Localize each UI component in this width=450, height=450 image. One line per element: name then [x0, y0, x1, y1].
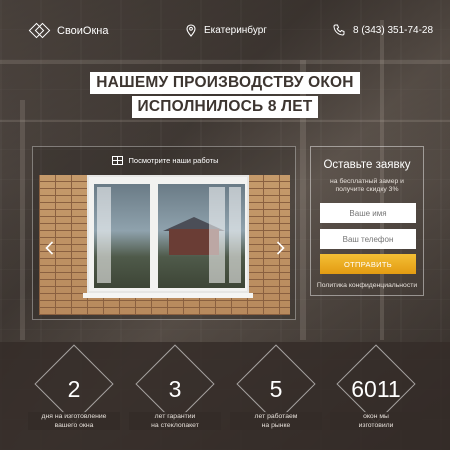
stat-item: 5 лет работаем на рынке	[230, 344, 322, 450]
grid-icon	[111, 155, 123, 165]
diamonds-logo-icon	[28, 21, 51, 41]
city-name: Екатеринбург	[204, 25, 267, 36]
phone-number: 8 (343) 351-74-28	[353, 24, 434, 36]
form-subtitle-line-1: на бесплатный замер и	[330, 178, 404, 185]
phone-icon	[333, 24, 345, 36]
stat-caption-line-2: изготовили	[358, 422, 394, 429]
logo-text: СвоиОкна	[57, 25, 109, 37]
stat-caption-line-1: окон мы	[363, 413, 389, 420]
works-gallery: Посмотрите наши работы	[32, 146, 296, 320]
gallery-title: Посмотрите наши работы	[128, 155, 219, 165]
phone-input[interactable]	[320, 229, 416, 249]
window-image	[87, 175, 249, 293]
gallery-header[interactable]: Посмотрите наши работы	[33, 147, 297, 173]
site-header: СвоиОкна Екатеринбург 8 (343) 351-74-28	[0, 0, 450, 60]
stat-caption-line-2: на рынке	[261, 422, 291, 429]
hero-headline: НАШЕМУ ПРОИЗВОДСТВУ ОКОН ИСПОЛНИЛОСЬ 8 Л…	[0, 72, 450, 118]
stat-caption: дня на изготовление вашего окна	[28, 412, 120, 430]
location-pin-icon	[186, 24, 196, 37]
headline-line-2: ИСПОЛНИЛОСЬ 8 ЛЕТ	[131, 96, 319, 118]
stat-value: 3	[168, 376, 182, 402]
privacy-policy-link[interactable]: Политика конфиденциальности	[311, 282, 423, 289]
stat-caption: лет работаем на рынке	[230, 412, 322, 430]
form-subtitle-line-2: получите скидку 3%	[335, 186, 399, 193]
stat-value: 6011	[351, 376, 401, 402]
stat-value: 2	[67, 376, 81, 402]
stat-item: 6011 окон мы изготовили	[330, 344, 422, 450]
stat-caption-line-2: на стеклопакет	[151, 422, 199, 429]
name-input[interactable]	[320, 203, 416, 223]
stat-caption-line-2: вашего окна	[54, 422, 94, 429]
headline-line-1: НАШЕМУ ПРОИЗВОДСТВУ ОКОН	[90, 72, 360, 94]
logo[interactable]: СвоиОкна	[28, 21, 109, 41]
gallery-prev-button[interactable]	[45, 239, 54, 260]
stat-caption-line-1: дня на изготовление	[41, 413, 107, 420]
gallery-next-button[interactable]	[276, 239, 285, 260]
chevron-left-icon	[45, 241, 54, 255]
stat-item: 2 дня на изготовление вашего окна	[28, 344, 120, 450]
request-form: Оставьте заявку на бесплатный замер и по…	[310, 146, 424, 296]
stat-caption-line-1: лет гарантии	[154, 413, 196, 420]
chevron-right-icon	[276, 241, 285, 255]
stat-item: 3 лет гарантии на стеклопакет	[129, 344, 221, 450]
submit-button[interactable]: ОТПРАВИТЬ	[320, 254, 416, 274]
form-title: Оставьте заявку	[323, 159, 411, 171]
stat-caption: лет гарантии на стеклопакет	[129, 412, 221, 430]
stats-band: 2 дня на изготовление вашего окна 3 лет …	[0, 342, 450, 450]
stat-caption-line-1: лет работаем	[254, 413, 298, 420]
stat-value: 5	[269, 376, 283, 402]
stat-caption: окон мы изготовили	[330, 412, 422, 430]
gallery-photo	[39, 175, 290, 315]
city-selector[interactable]: Екатеринбург	[186, 24, 267, 37]
form-subtitle: на бесплатный замер и получите скидку 3%	[311, 178, 423, 194]
phone-link[interactable]: 8 (343) 351-74-28	[333, 24, 433, 36]
